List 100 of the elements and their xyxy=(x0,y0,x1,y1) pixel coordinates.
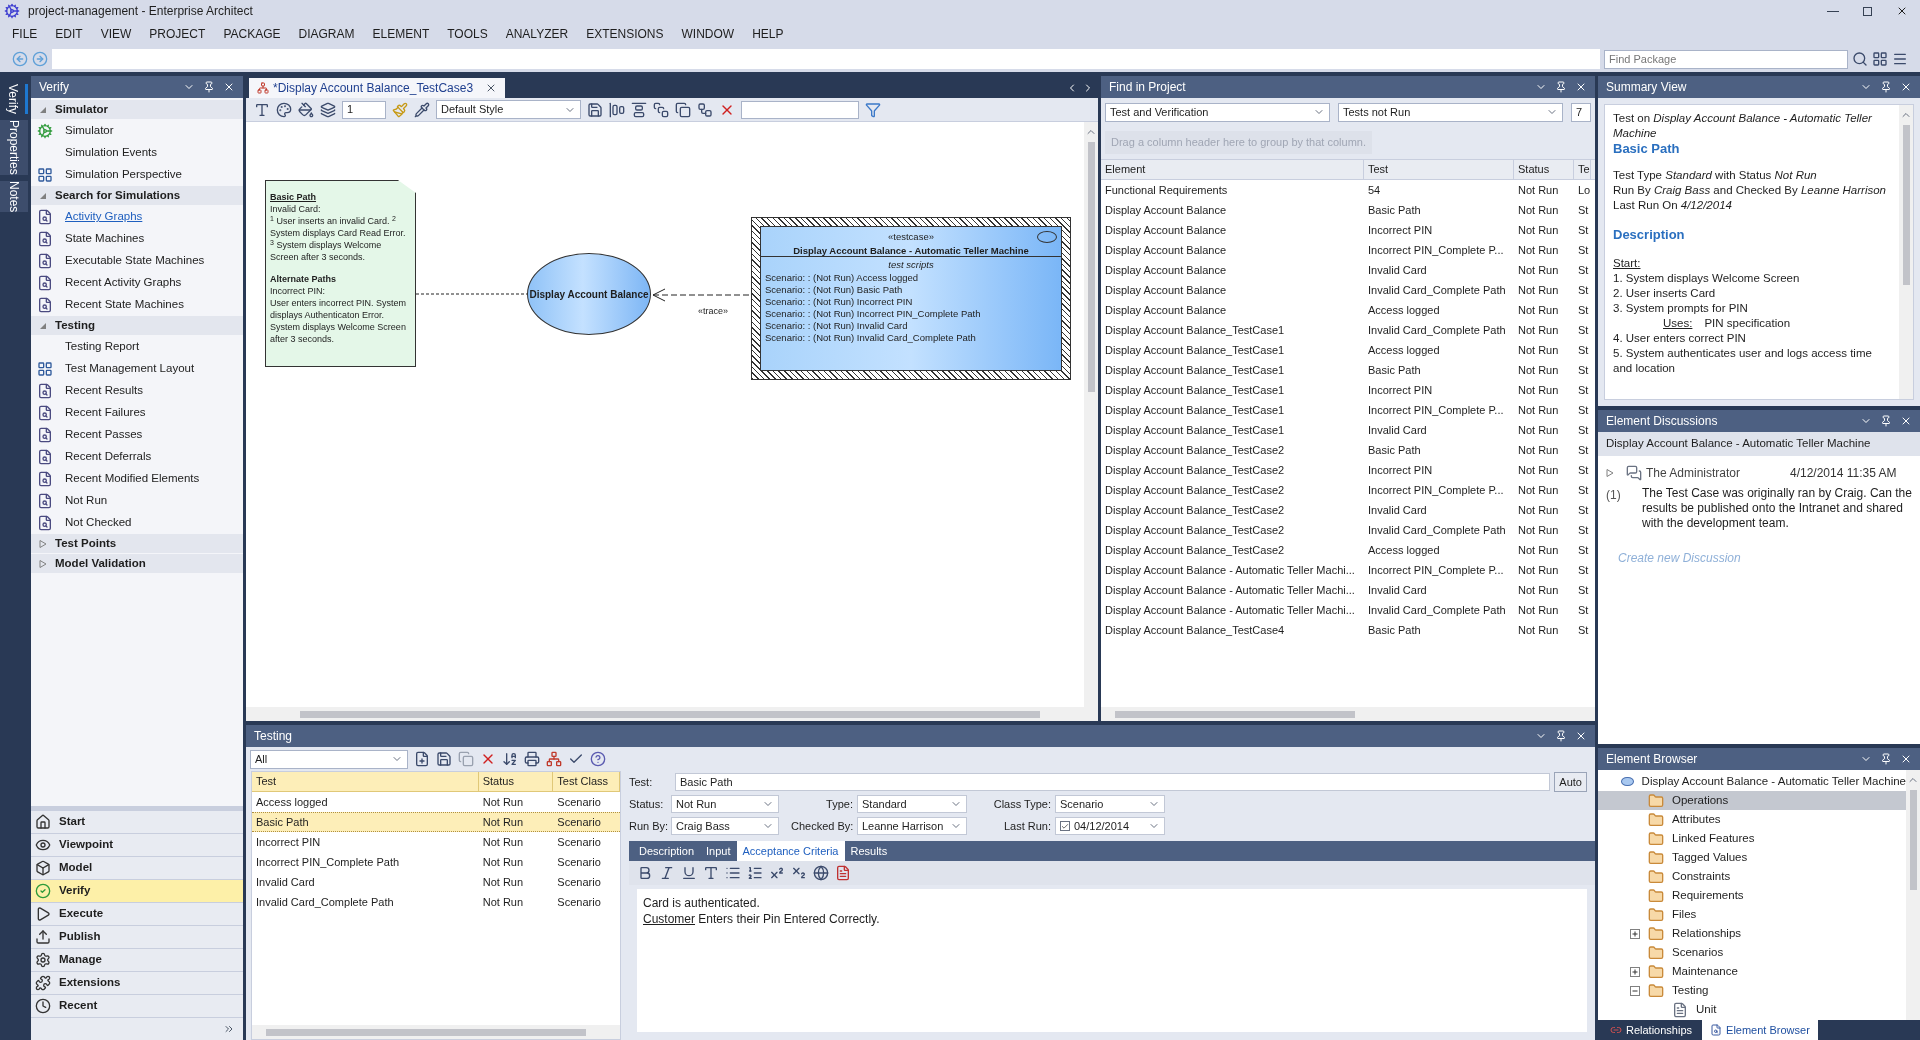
bold-icon[interactable] xyxy=(637,865,653,881)
tree-row[interactable]: Linked Features xyxy=(1598,829,1906,848)
line-color-icon[interactable] xyxy=(320,101,336,118)
menu-item[interactable]: WINDOW xyxy=(681,25,735,43)
tree-item[interactable]: Recent State Machines xyxy=(65,296,184,314)
group-header[interactable]: Test Points xyxy=(31,534,243,553)
scroll-thumb[interactable] xyxy=(266,1028,586,1036)
menu-item[interactable]: EXTENSIONS xyxy=(586,25,664,43)
vertical-scrollbar[interactable] xyxy=(1084,122,1098,707)
filter-icon[interactable] xyxy=(865,101,881,118)
side-tab[interactable]: Properties xyxy=(0,120,28,175)
menu-item[interactable]: FILE xyxy=(12,25,38,43)
status-select[interactable]: Not Run xyxy=(671,795,779,813)
nav-button[interactable]: Model xyxy=(31,857,243,880)
run-by-select[interactable]: Craig Bass xyxy=(671,817,779,835)
numbered-list-icon[interactable] xyxy=(747,865,763,881)
panel-tab[interactable]: Element Browser xyxy=(1702,1020,1818,1040)
auto-button[interactable]: Auto xyxy=(1554,772,1587,792)
address-field[interactable] xyxy=(52,49,1600,69)
expanded-icon[interactable] xyxy=(39,105,47,114)
tree-item[interactable]: Simulator xyxy=(65,122,114,140)
close-icon[interactable] xyxy=(1900,415,1912,427)
scroll-thumb[interactable] xyxy=(1115,710,1355,718)
menu-item[interactable]: VIEW xyxy=(100,25,132,43)
expanded-icon[interactable] xyxy=(39,191,47,200)
tab[interactable]: Results xyxy=(844,841,894,861)
criteria-editor[interactable]: Card is authenticated. Customer Enters their Pin Entered Correctly. xyxy=(637,889,1587,1032)
horizontal-scrollbar[interactable] xyxy=(1101,707,1595,721)
layer-icon[interactable] xyxy=(653,101,669,118)
document-icon[interactable] xyxy=(835,865,851,881)
underline-icon[interactable] xyxy=(681,865,697,881)
group-header[interactable]: Simulator xyxy=(31,100,243,119)
group-header[interactable]: Model Validation xyxy=(31,554,243,573)
last-run-field[interactable]: 04/12/2014 xyxy=(1055,817,1165,835)
menu-item[interactable]: EDIT xyxy=(55,25,83,43)
group-header[interactable]: Search for Simulations xyxy=(31,186,243,205)
class-type-select[interactable]: Scenario xyxy=(1055,795,1165,813)
option-select[interactable]: 7 xyxy=(1571,102,1591,122)
group-header[interactable]: Testing xyxy=(31,316,243,335)
expand-icon[interactable] xyxy=(1630,966,1640,977)
nav-button[interactable]: Extensions xyxy=(31,972,243,995)
tree-item[interactable]: State Machines xyxy=(65,230,145,248)
nav-button[interactable]: Manage xyxy=(31,949,243,972)
tree-row[interactable]: Files xyxy=(1598,905,1906,924)
search-icon[interactable] xyxy=(1852,51,1868,67)
vertical-scrollbar[interactable] xyxy=(1899,105,1913,399)
expand-icon[interactable] xyxy=(1630,928,1640,939)
italic-icon[interactable] xyxy=(659,865,675,881)
close-icon[interactable] xyxy=(1900,753,1912,765)
sort-icon[interactable] xyxy=(502,751,518,767)
font-icon[interactable] xyxy=(703,865,719,881)
menu-item[interactable]: TOOLS xyxy=(447,25,488,43)
tree-row[interactable]: Testing xyxy=(1598,981,1906,1000)
checkbox[interactable] xyxy=(1060,821,1070,831)
table-row[interactable]: Access logged Not Run Scenario xyxy=(252,792,620,812)
save-icon[interactable] xyxy=(436,751,452,767)
pin-icon[interactable] xyxy=(1555,81,1567,93)
find-package-field[interactable]: Find Package xyxy=(1604,49,1848,69)
menu-icon[interactable] xyxy=(1892,51,1908,67)
minimize-icon[interactable] xyxy=(1827,10,1839,12)
globe-icon[interactable] xyxy=(813,865,829,881)
pin-icon[interactable] xyxy=(1555,730,1567,742)
align-left-icon[interactable] xyxy=(609,101,625,118)
layout-icon[interactable] xyxy=(697,101,713,118)
test-name-field[interactable]: Basic Path xyxy=(675,773,1551,791)
tree-item[interactable]: Recent Modified Elements xyxy=(65,470,200,488)
font-icon[interactable] xyxy=(254,101,270,118)
search-field[interactable] xyxy=(741,100,859,119)
table-row[interactable]: Basic Path Not Run Scenario xyxy=(252,812,620,832)
category-select[interactable]: Test and Verification xyxy=(1105,102,1330,122)
nav-button[interactable]: Publish xyxy=(31,926,243,949)
table-row[interactable]: Incorrect PIN_Complete Path Not Run Scenario xyxy=(252,852,620,872)
bullet-list-icon[interactable] xyxy=(725,865,741,881)
line-width-field[interactable]: 1 xyxy=(342,100,386,119)
fill-color-icon[interactable] xyxy=(298,101,314,118)
column-header[interactable]: Test xyxy=(252,772,479,791)
scroll-thumb[interactable] xyxy=(300,710,1040,718)
glossary-link[interactable]: Customer xyxy=(643,912,695,926)
tree-item[interactable]: Simulation Events xyxy=(65,144,158,162)
tree-row[interactable]: Constraints xyxy=(1598,867,1906,886)
side-tab[interactable]: Verify xyxy=(0,84,28,114)
menu-item[interactable]: DIAGRAM xyxy=(298,25,355,43)
horizontal-scrollbar[interactable] xyxy=(252,1025,620,1039)
tree-row[interactable]: Operations xyxy=(1598,791,1906,810)
tree-item[interactable]: Recent Activity Graphs xyxy=(65,274,182,292)
checked-by-select[interactable]: Leanne Harrison xyxy=(857,817,967,835)
table-row[interactable]: Invalid Card Not Run Scenario xyxy=(252,872,620,892)
tab[interactable]: Input xyxy=(700,841,737,861)
hierarchy-icon[interactable] xyxy=(546,751,562,767)
menu-item[interactable]: HELP xyxy=(752,25,784,43)
scroll-thumb[interactable] xyxy=(1902,125,1910,285)
close-icon[interactable] xyxy=(1575,81,1587,93)
expanded-icon[interactable] xyxy=(39,321,47,330)
tree-row[interactable]: Scenarios xyxy=(1598,943,1906,962)
tree-item[interactable]: Test Management Layout xyxy=(65,360,195,378)
tree-item[interactable]: Not Checked xyxy=(65,514,132,532)
tree-item[interactable]: Testing Report xyxy=(65,338,140,356)
tab[interactable]: Acceptance Criteria xyxy=(736,841,845,861)
tree-item[interactable]: Executable State Machines xyxy=(65,252,205,270)
tree-row[interactable]: Display Account Balance - Automatic Teller Machine xyxy=(1598,772,1906,791)
